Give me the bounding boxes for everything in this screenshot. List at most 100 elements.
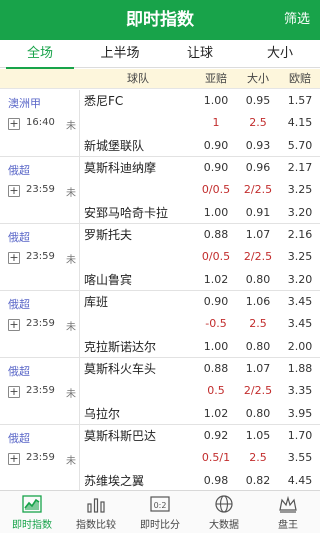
odds-euro: 5.70 — [287, 139, 313, 152]
nav-live-index[interactable]: 即时指数 — [0, 491, 64, 533]
match-list[interactable]: 澳洲甲 +16:40 未 悉尼FC 1.00 0.95 1.57 1 2.5 4.15 新城堡联队 0… — [0, 90, 320, 490]
expand-plus-icon[interactable]: + — [8, 185, 20, 197]
odds-row: 悉尼FC 1.00 0.95 1.57 — [80, 90, 320, 112]
league-label[interactable]: 俄超 — [8, 162, 30, 178]
expand-plus-icon[interactable]: + — [8, 118, 20, 130]
filter-button[interactable]: 筛选 — [284, 0, 310, 40]
odds-row: 莫斯科迪纳摩 0.90 0.96 2.17 — [80, 157, 320, 179]
odds-size: 0.80 — [245, 273, 271, 286]
match-item[interactable]: 俄超 +23:59 未 库班 0.90 1.06 3.45 -0.5 2.5 3.45 克拉斯诺达尔… — [0, 291, 320, 358]
league-label[interactable]: 俄超 — [8, 296, 30, 312]
odds-size: 2.5 — [249, 451, 267, 464]
odds-euro: 1.88 — [287, 362, 313, 375]
match-status: 未 — [66, 389, 76, 400]
team-name: 安郅马哈奇卡拉 — [84, 206, 169, 220]
match-info: 俄超 +23:59 未 — [0, 425, 80, 490]
nav-label: 即时比分 — [140, 520, 180, 531]
odds-row: 安郅马哈奇卡拉 1.00 0.91 3.20 — [80, 202, 320, 224]
odds-size: 1.06 — [245, 295, 271, 308]
match-item[interactable]: 俄超 +23:59 未 罗斯托夫 0.88 1.07 2.16 0/0.5 2/2.5 3.25 喀… — [0, 224, 320, 291]
odds-size: 0.82 — [245, 474, 271, 487]
svg-text:0:2: 0:2 — [154, 501, 167, 510]
match-info: 俄超 +23:59 未 — [0, 291, 80, 358]
nav-big-data[interactable]: 大数据 — [192, 491, 256, 533]
tab-over-under[interactable]: 大小 — [240, 40, 320, 68]
odds-asia: 1.00 — [203, 340, 229, 353]
league-label[interactable]: 俄超 — [8, 229, 30, 245]
scoreboard-icon: 0:2 — [150, 496, 170, 512]
bottom-nav: 即时指数 指数比较 0:2 即时比分 大数据 盘王 — [0, 490, 320, 533]
odds-asia: 0/0.5 — [201, 250, 231, 263]
match-item[interactable]: 俄超 +23:59 未 莫斯科斯巴达 0.92 1.05 1.70 0.5/1 2.5 3.55 苏… — [0, 425, 320, 490]
odds-row: 库班 0.90 1.06 3.45 — [80, 291, 320, 313]
odds-row: 喀山鲁宾 1.02 0.80 3.20 — [80, 269, 320, 291]
odds-euro: 3.20 — [287, 206, 313, 219]
nav-label: 即时指数 — [12, 520, 52, 531]
tab-full-match[interactable]: 全场 — [0, 40, 80, 69]
expand-plus-icon[interactable]: + — [8, 252, 20, 264]
odds-asia: 1.00 — [203, 206, 229, 219]
nav-label: 大数据 — [209, 520, 239, 531]
odds-euro: 2.00 — [287, 340, 313, 353]
column-asia: 亚赔 — [205, 72, 227, 85]
odds-row: 罗斯托夫 0.88 1.07 2.16 — [80, 224, 320, 246]
top-bar: 即时指数 筛选 — [0, 0, 320, 40]
nav-index-compare[interactable]: 指数比较 — [64, 491, 128, 533]
team-name: 莫斯科火车头 — [84, 362, 157, 376]
odds-asia: 1.00 — [203, 94, 229, 107]
odds-euro: 3.20 — [287, 273, 313, 286]
match-item[interactable]: 澳洲甲 +16:40 未 悉尼FC 1.00 0.95 1.57 1 2.5 4.15 新城堡联队 0… — [0, 90, 320, 157]
odds-size: 1.05 — [245, 429, 271, 442]
odds-euro: 1.57 — [287, 94, 313, 107]
odds-euro: 3.25 — [287, 183, 313, 196]
globe-icon — [215, 495, 233, 513]
expand-plus-icon[interactable]: + — [8, 453, 20, 465]
odds-row: 0.5/1 2.5 3.55 — [80, 447, 320, 469]
team-name: 莫斯科迪纳摩 — [84, 161, 157, 175]
match-status: 未 — [66, 456, 76, 467]
odds-row: 莫斯科火车头 0.88 1.07 1.88 — [80, 358, 320, 380]
match-time: 23:59 — [26, 385, 55, 396]
odds-size: 0.93 — [245, 139, 271, 152]
league-label[interactable]: 俄超 — [8, 430, 30, 446]
match-info: 俄超 +23:59 未 — [0, 224, 80, 291]
odds-asia: 1.02 — [203, 407, 229, 420]
team-name: 莫斯科斯巴达 — [84, 429, 157, 443]
match-time: 23:59 — [26, 184, 55, 195]
odds-row: 苏维埃之翼 0.98 0.82 4.45 — [80, 470, 320, 490]
team-name: 喀山鲁宾 — [84, 273, 133, 287]
odds-size: 0.91 — [245, 206, 271, 219]
odds-size: 1.07 — [245, 228, 271, 241]
odds-euro: 4.45 — [287, 474, 313, 487]
team-name: 悉尼FC — [84, 94, 124, 108]
odds-asia: 0.92 — [203, 429, 229, 442]
tab-handicap[interactable]: 让球 — [160, 40, 240, 68]
match-info: 俄超 +23:59 未 — [0, 358, 80, 425]
expand-plus-icon[interactable]: + — [8, 386, 20, 398]
odds-asia: 0/0.5 — [201, 183, 231, 196]
page-title: 即时指数 — [126, 10, 194, 30]
nav-king[interactable]: 盘王 — [256, 491, 320, 533]
league-label[interactable]: 澳洲甲 — [8, 95, 41, 111]
odds-euro: 2.17 — [287, 161, 313, 174]
odds-euro: 3.25 — [287, 250, 313, 263]
match-item[interactable]: 俄超 +23:59 未 莫斯科火车头 0.88 1.07 1.88 0.5 2/2.5 3.35 乌… — [0, 358, 320, 425]
expand-plus-icon[interactable]: + — [8, 319, 20, 331]
odds-size: 0.96 — [245, 161, 271, 174]
match-item[interactable]: 俄超 +23:59 未 莫斯科迪纳摩 0.90 0.96 2.17 0/0.5 2/2.5 3.2… — [0, 157, 320, 224]
match-status: 未 — [66, 255, 76, 266]
nav-live-score[interactable]: 0:2 即时比分 — [128, 491, 192, 533]
match-time: 16:40 — [26, 117, 55, 128]
odds-asia: 0.98 — [203, 474, 229, 487]
column-team: 球队 — [127, 72, 149, 85]
tab-first-half[interactable]: 上半场 — [80, 40, 160, 68]
odds-row: 莫斯科斯巴达 0.92 1.05 1.70 — [80, 425, 320, 447]
odds-euro: 3.45 — [287, 295, 313, 308]
league-label[interactable]: 俄超 — [8, 363, 30, 379]
odds-row: 0/0.5 2/2.5 3.25 — [80, 179, 320, 201]
column-euro: 欧赔 — [289, 72, 311, 85]
match-info: 俄超 +23:59 未 — [0, 157, 80, 224]
match-status: 未 — [66, 121, 76, 132]
nav-label: 指数比较 — [76, 520, 116, 531]
odds-asia: 0.88 — [203, 362, 229, 375]
